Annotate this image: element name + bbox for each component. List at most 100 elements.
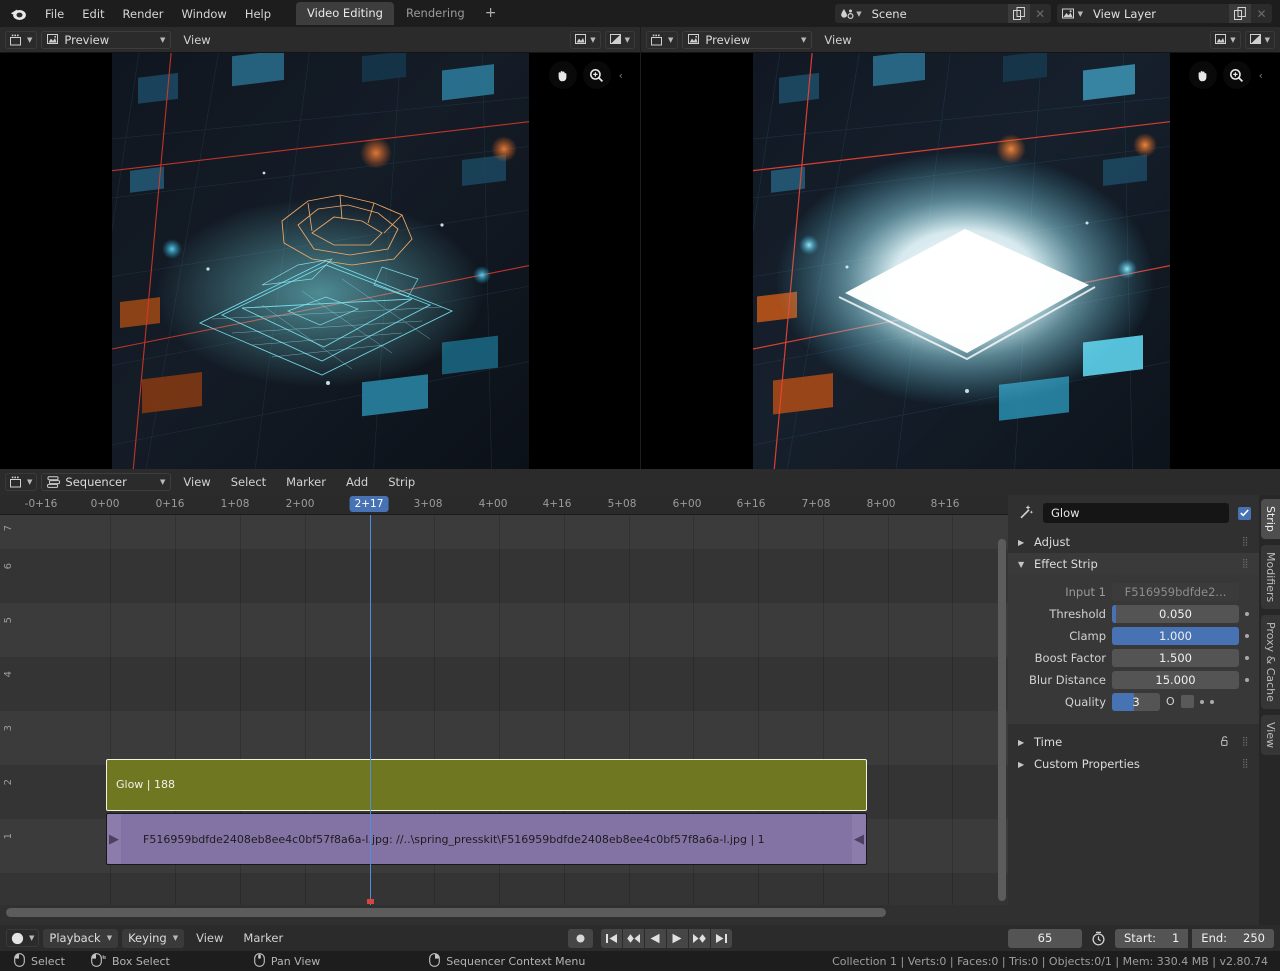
hand-icon[interactable]	[1189, 61, 1217, 89]
remove-scene-button[interactable]: ✕	[1030, 4, 1051, 23]
zoom-in-icon[interactable]	[583, 61, 611, 89]
next-keyframe-button[interactable]	[689, 929, 710, 948]
animate-property-icon[interactable]	[1245, 678, 1249, 682]
prev-keyframe-button[interactable]	[623, 929, 644, 948]
preview-left-menu-view[interactable]: View	[175, 31, 218, 49]
sequencer-ruler[interactable]: -0+16 0+00 0+16 1+08 2+00 2+17 3+08 4+00…	[0, 495, 1008, 515]
workspace-tab-video-editing[interactable]: Video Editing	[296, 2, 394, 25]
panel-drag-handle[interactable]: ⣿	[1242, 759, 1249, 769]
scene-icon[interactable]: ▼	[835, 4, 864, 23]
view-layer-selector[interactable]: ▼ View Layer ✕	[1057, 4, 1272, 23]
menu-render[interactable]: Render	[114, 4, 173, 24]
editor-type-selector[interactable]: ▼	[646, 31, 678, 49]
preview-display-mode-dropdown[interactable]: Preview ▼	[41, 31, 171, 49]
sequencer-track-area[interactable]: 7 6 5 4 3 2 1 Glow | 188 ▶ F516959bdfde2…	[0, 515, 1008, 905]
menu-help[interactable]: Help	[236, 4, 280, 24]
remove-view-layer-button[interactable]: ✕	[1251, 4, 1272, 23]
sequencer-view-type-dropdown[interactable]: Sequencer ▼	[41, 473, 171, 491]
scene-selector[interactable]: ▼ Scene ✕	[835, 4, 1050, 23]
editor-type-selector[interactable]: ▼	[5, 473, 37, 491]
preview-channel-selector[interactable]: ▼	[570, 31, 600, 49]
panel-drag-handle[interactable]: ⣿	[1242, 737, 1249, 747]
timeline-menu-view[interactable]: View	[188, 929, 231, 947]
preview-display-mode-dropdown[interactable]: Preview ▼	[682, 31, 812, 49]
sequencer-menu-marker[interactable]: Marker	[278, 473, 334, 491]
strip-enabled-checkbox[interactable]	[1238, 507, 1251, 520]
view-layer-icon[interactable]: ▼	[1057, 4, 1086, 23]
add-workspace-button[interactable]: +	[477, 5, 505, 22]
preview-right-menu-view[interactable]: View	[816, 31, 859, 49]
new-view-layer-button[interactable]	[1229, 4, 1251, 23]
panel-effect-strip[interactable]: ▼ Effect Strip ⣿	[1008, 553, 1259, 575]
keying-dropdown[interactable]: Keying ▼	[122, 929, 184, 948]
preview-channel-selector[interactable]: ▼	[1210, 31, 1240, 49]
menu-file[interactable]: File	[36, 4, 73, 24]
clamp-slider[interactable]: 1.000	[1112, 627, 1239, 645]
strip-image[interactable]: ▶ F516959bdfde2408eb8ee4c0bf57f8a6a-l.jp…	[106, 813, 867, 865]
editor-type-selector[interactable]: ▼	[5, 31, 37, 49]
quality-slider[interactable]: 3	[1112, 693, 1160, 711]
scene-name[interactable]: Scene	[865, 4, 1008, 23]
sidebar-tab-proxy-cache[interactable]: Proxy & Cache	[1261, 615, 1280, 709]
unlock-icon[interactable]	[1219, 735, 1231, 750]
workspace-tab-rendering[interactable]: Rendering	[395, 2, 476, 25]
sequencer-menu-add[interactable]: Add	[338, 473, 376, 491]
play-reverse-button[interactable]	[645, 929, 666, 948]
animate-property-icon[interactable]	[1210, 700, 1214, 704]
sidebar-toggle-left-icon[interactable]: ‹	[619, 69, 623, 82]
playhead[interactable]	[370, 515, 371, 905]
sequencer-menu-view[interactable]: View	[175, 473, 218, 491]
threshold-slider[interactable]: 0.050	[1112, 605, 1239, 623]
strip-glow[interactable]: Glow | 188	[106, 759, 867, 811]
animate-property-icon[interactable]	[1245, 634, 1249, 638]
preview-overlay-selector[interactable]: ▼	[605, 31, 635, 49]
panel-time[interactable]: ▶ Time ⣿	[1008, 731, 1259, 753]
play-button[interactable]	[667, 929, 688, 948]
sequencer-horizontal-scrollbar[interactable]	[6, 908, 886, 917]
current-frame-field[interactable]: 65	[1008, 929, 1082, 948]
new-scene-button[interactable]	[1008, 4, 1030, 23]
start-label: Start:	[1124, 931, 1156, 945]
strip-handle-left[interactable]: ▶	[107, 814, 121, 864]
hand-icon[interactable]	[549, 61, 577, 89]
ruler-current-frame: 2+17	[350, 496, 389, 512]
record-button[interactable]	[568, 929, 593, 948]
sidebar-tab-modifiers[interactable]: Modifiers	[1261, 545, 1280, 609]
use-preview-range-icon[interactable]	[1086, 929, 1111, 947]
strip-handle-right[interactable]: ◀	[852, 814, 866, 864]
sequencer-menu-select[interactable]: Select	[223, 473, 274, 491]
sidebar-toggle-right-icon[interactable]: ‹	[1259, 69, 1263, 82]
sidebar-tab-view[interactable]: View	[1261, 715, 1280, 755]
jump-end-button[interactable]	[711, 929, 732, 948]
animate-property-icon[interactable]	[1245, 656, 1249, 660]
quality-toggle[interactable]	[1181, 695, 1194, 708]
animate-property-icon[interactable]	[1200, 700, 1204, 704]
playback-dropdown[interactable]: Playback ▼	[43, 929, 118, 948]
spacer	[1008, 523, 1259, 531]
preview-left-canvas[interactable]: ‹	[0, 53, 640, 469]
sequencer-vertical-scrollbar[interactable]	[998, 539, 1006, 901]
zoom-in-icon[interactable]	[1223, 61, 1251, 89]
menu-window[interactable]: Window	[172, 4, 235, 24]
view-layer-name[interactable]: View Layer	[1086, 4, 1229, 23]
sidebar-tab-strip[interactable]: Strip	[1261, 499, 1280, 539]
blender-logo-icon[interactable]	[10, 6, 27, 21]
preview-overlay-selector[interactable]: ▼	[1245, 31, 1275, 49]
sequencer-menu-strip[interactable]: Strip	[380, 473, 423, 491]
input1-field[interactable]: F516959bdfde2...	[1112, 583, 1239, 601]
panel-drag-handle[interactable]: ⣿	[1242, 537, 1249, 547]
animate-property-icon[interactable]	[1245, 612, 1249, 616]
panel-custom-properties[interactable]: ▶ Custom Properties ⣿	[1008, 753, 1259, 775]
panel-adjust[interactable]: ▶ Adjust ⣿	[1008, 531, 1259, 553]
blur-distance-field[interactable]: 15.000	[1112, 671, 1239, 689]
timeline-editor-type-selector[interactable]: ▼	[6, 929, 39, 947]
preview-right-canvas[interactable]: ‹	[641, 53, 1280, 469]
start-frame-field[interactable]: Start: 1	[1115, 929, 1188, 948]
timeline-menu-marker[interactable]: Marker	[235, 929, 291, 947]
boost-factor-field[interactable]: 1.500	[1112, 649, 1239, 667]
panel-drag-handle[interactable]: ⣿	[1242, 559, 1249, 569]
menu-edit[interactable]: Edit	[73, 4, 113, 24]
jump-start-button[interactable]	[601, 929, 622, 948]
end-frame-field[interactable]: End: 250	[1192, 929, 1274, 948]
strip-name-input[interactable]: Glow	[1043, 503, 1229, 523]
